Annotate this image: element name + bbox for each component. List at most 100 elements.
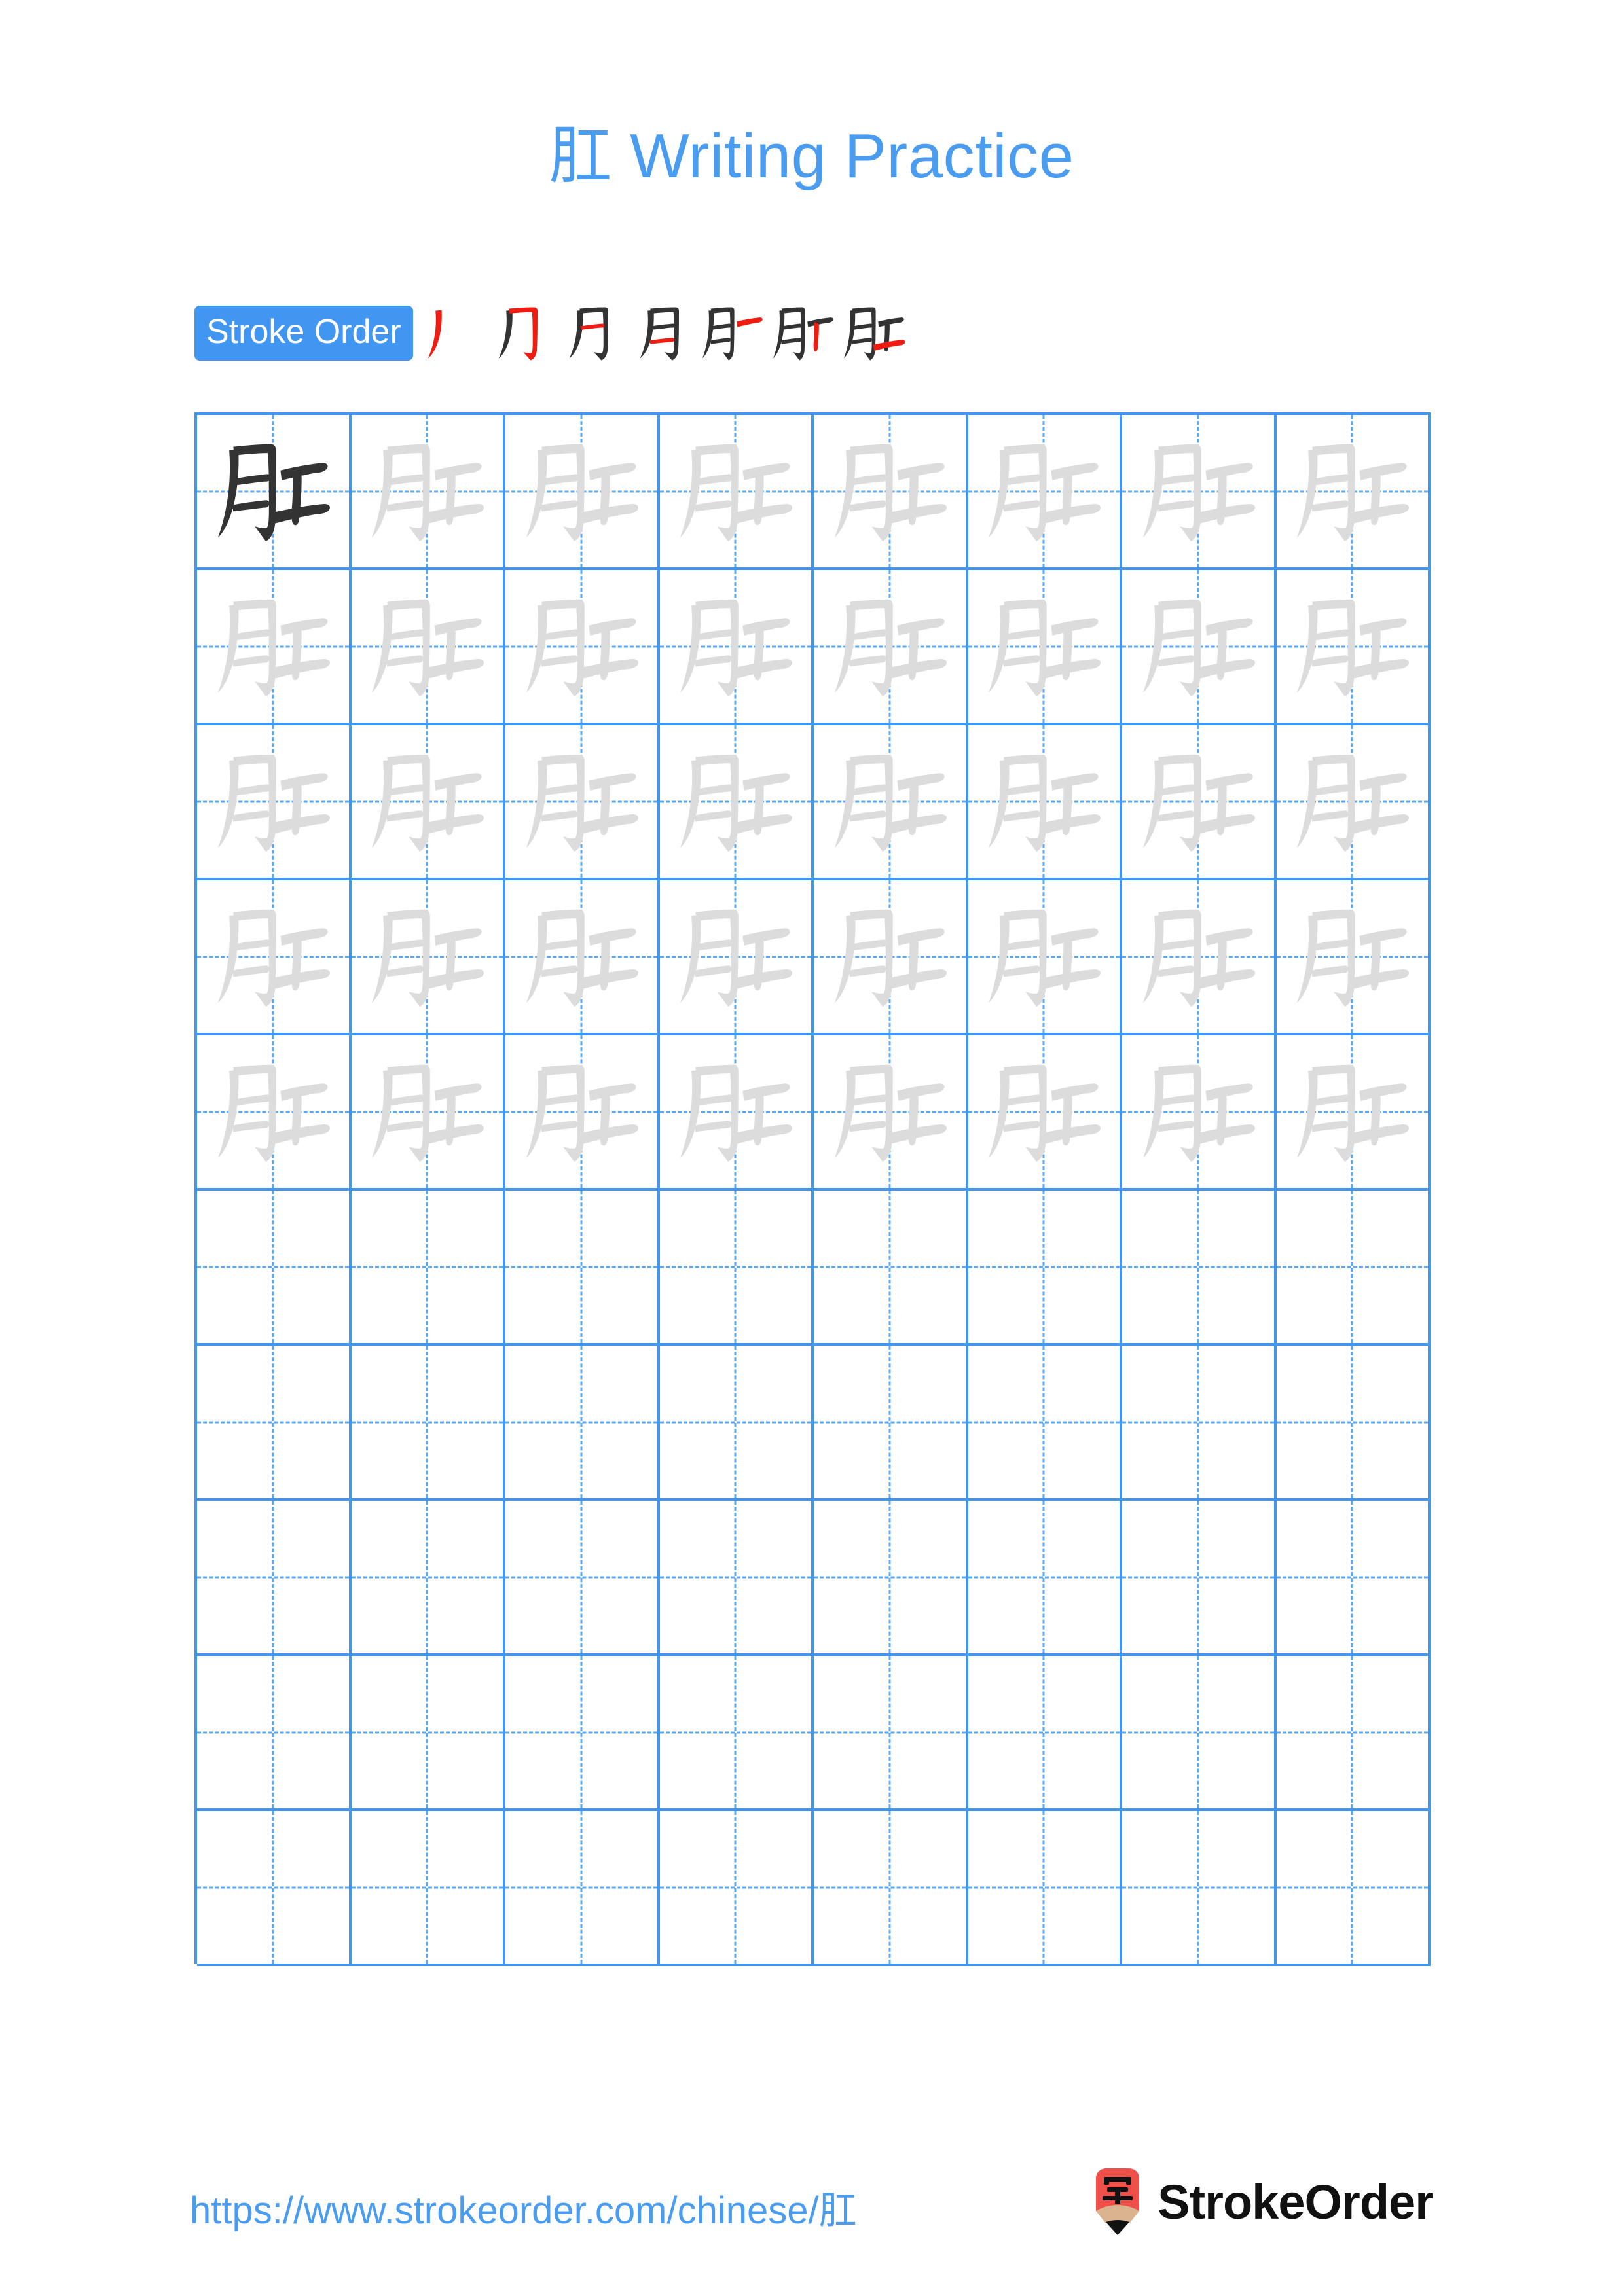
practice-cell-trace[interactable]	[1276, 415, 1431, 570]
practice-cell-trace[interactable]	[505, 415, 660, 570]
practice-cell-empty[interactable]	[1276, 1501, 1431, 1656]
practice-cell-trace[interactable]	[814, 415, 968, 570]
practice-cell-empty[interactable]	[659, 1811, 814, 1966]
practice-row	[197, 1656, 1431, 1811]
practice-cell-empty[interactable]	[968, 1811, 1122, 1966]
trace-character-glyph	[814, 570, 966, 723]
footer-url-link[interactable]: https://www.strokeorder.com/chinese/肛	[190, 2179, 857, 2234]
practice-cell-trace[interactable]	[814, 725, 968, 880]
practice-cell-empty[interactable]	[351, 1811, 505, 1966]
practice-cell-trace[interactable]	[505, 725, 660, 880]
practice-cell-trace[interactable]	[1276, 880, 1431, 1035]
practice-cell-trace[interactable]	[1122, 570, 1277, 725]
practice-cell-empty[interactable]	[505, 1811, 660, 1966]
practice-cell-empty[interactable]	[505, 1656, 660, 1811]
practice-cell-trace[interactable]	[1122, 725, 1277, 880]
practice-cell-trace[interactable]	[814, 570, 968, 725]
practice-cell-trace[interactable]	[351, 570, 505, 725]
brand-wordmark: StrokeOrder	[1158, 2174, 1434, 2229]
trace-character-glyph	[968, 1035, 1120, 1188]
practice-cell-empty[interactable]	[659, 1191, 814, 1346]
practice-cell-trace[interactable]	[659, 725, 814, 880]
trace-character-glyph	[968, 725, 1120, 878]
practice-cell-empty[interactable]	[968, 1501, 1122, 1656]
practice-cell-trace[interactable]	[1276, 1035, 1431, 1191]
practice-cell-empty[interactable]	[659, 1346, 814, 1501]
practice-grid	[194, 412, 1431, 1966]
trace-character-glyph	[1277, 415, 1429, 567]
practice-cell-trace[interactable]	[1276, 570, 1431, 725]
practice-cell-trace[interactable]	[814, 880, 968, 1035]
practice-cell-empty[interactable]	[505, 1346, 660, 1501]
practice-cell-empty[interactable]	[1276, 1191, 1431, 1346]
practice-cell-empty[interactable]	[1276, 1346, 1431, 1501]
practice-cell-trace[interactable]	[351, 1035, 505, 1191]
practice-cell-empty[interactable]	[197, 1191, 352, 1346]
practice-cell-trace[interactable]	[1122, 415, 1277, 570]
practice-cell-empty[interactable]	[505, 1191, 660, 1346]
practice-cell-empty[interactable]	[351, 1191, 505, 1346]
trace-character-glyph	[660, 570, 812, 723]
practice-cell-empty[interactable]	[814, 1346, 968, 1501]
practice-cell-trace[interactable]	[968, 880, 1122, 1035]
trace-character-glyph	[1277, 1035, 1429, 1188]
practice-cell-empty[interactable]	[197, 1811, 352, 1966]
practice-cell-trace[interactable]	[1122, 1035, 1277, 1191]
practice-cell-trace[interactable]	[814, 1035, 968, 1191]
practice-cell-trace[interactable]	[968, 415, 1122, 570]
practice-cell-trace[interactable]	[659, 570, 814, 725]
practice-cell-empty[interactable]	[659, 1656, 814, 1811]
practice-cell-trace[interactable]	[351, 725, 505, 880]
practice-cell-dark[interactable]	[197, 415, 352, 570]
practice-cell-trace[interactable]	[659, 1035, 814, 1191]
practice-cell-empty[interactable]	[1122, 1191, 1277, 1346]
practice-cell-trace[interactable]	[505, 570, 660, 725]
practice-cell-trace[interactable]	[351, 415, 505, 570]
practice-cell-trace[interactable]	[1122, 880, 1277, 1035]
practice-cell-empty[interactable]	[1276, 1656, 1431, 1811]
practice-cell-empty[interactable]	[814, 1811, 968, 1966]
practice-cell-trace[interactable]	[968, 725, 1122, 880]
trace-character-glyph	[814, 415, 966, 567]
practice-cell-empty[interactable]	[505, 1501, 660, 1656]
practice-cell-empty[interactable]	[351, 1501, 505, 1656]
practice-cell-trace[interactable]	[505, 1035, 660, 1191]
practice-cell-trace[interactable]	[197, 570, 352, 725]
trace-character-glyph	[1277, 570, 1429, 723]
practice-cell-trace[interactable]	[197, 1035, 352, 1191]
trace-character-glyph	[352, 415, 503, 567]
practice-cell-empty[interactable]	[197, 1501, 352, 1656]
practice-cell-empty[interactable]	[1122, 1656, 1277, 1811]
practice-cell-trace[interactable]	[659, 415, 814, 570]
practice-cell-empty[interactable]	[968, 1346, 1122, 1501]
practice-cell-empty[interactable]	[1122, 1346, 1277, 1501]
practice-cell-empty[interactable]	[659, 1501, 814, 1656]
practice-cell-empty[interactable]	[351, 1346, 505, 1501]
practice-cell-trace[interactable]	[351, 880, 505, 1035]
practice-cell-trace[interactable]	[659, 880, 814, 1035]
practice-cell-trace[interactable]	[968, 570, 1122, 725]
practice-cell-empty[interactable]	[1122, 1501, 1277, 1656]
practice-cell-empty[interactable]	[814, 1656, 968, 1811]
trace-character-glyph	[1122, 725, 1274, 878]
trace-character-glyph	[197, 570, 349, 723]
practice-cell-empty[interactable]	[814, 1501, 968, 1656]
practice-cell-trace[interactable]	[1276, 725, 1431, 880]
practice-row	[197, 415, 1431, 570]
practice-cell-trace[interactable]	[505, 880, 660, 1035]
practice-cell-empty[interactable]	[197, 1346, 352, 1501]
practice-cell-trace[interactable]	[197, 725, 352, 880]
practice-cell-empty[interactable]	[1122, 1811, 1277, 1966]
brand-logo[interactable]: StrokeOrder	[1091, 2168, 1434, 2236]
practice-cell-empty[interactable]	[1276, 1811, 1431, 1966]
practice-cell-empty[interactable]	[968, 1656, 1122, 1811]
practice-cell-empty[interactable]	[197, 1656, 352, 1811]
practice-cell-empty[interactable]	[968, 1191, 1122, 1346]
stroke-step-5	[699, 299, 767, 367]
trace-character-glyph	[352, 725, 503, 878]
practice-cell-trace[interactable]	[968, 1035, 1122, 1191]
trace-character-glyph	[968, 415, 1120, 567]
practice-cell-empty[interactable]	[351, 1656, 505, 1811]
practice-cell-empty[interactable]	[814, 1191, 968, 1346]
practice-cell-trace[interactable]	[197, 880, 352, 1035]
